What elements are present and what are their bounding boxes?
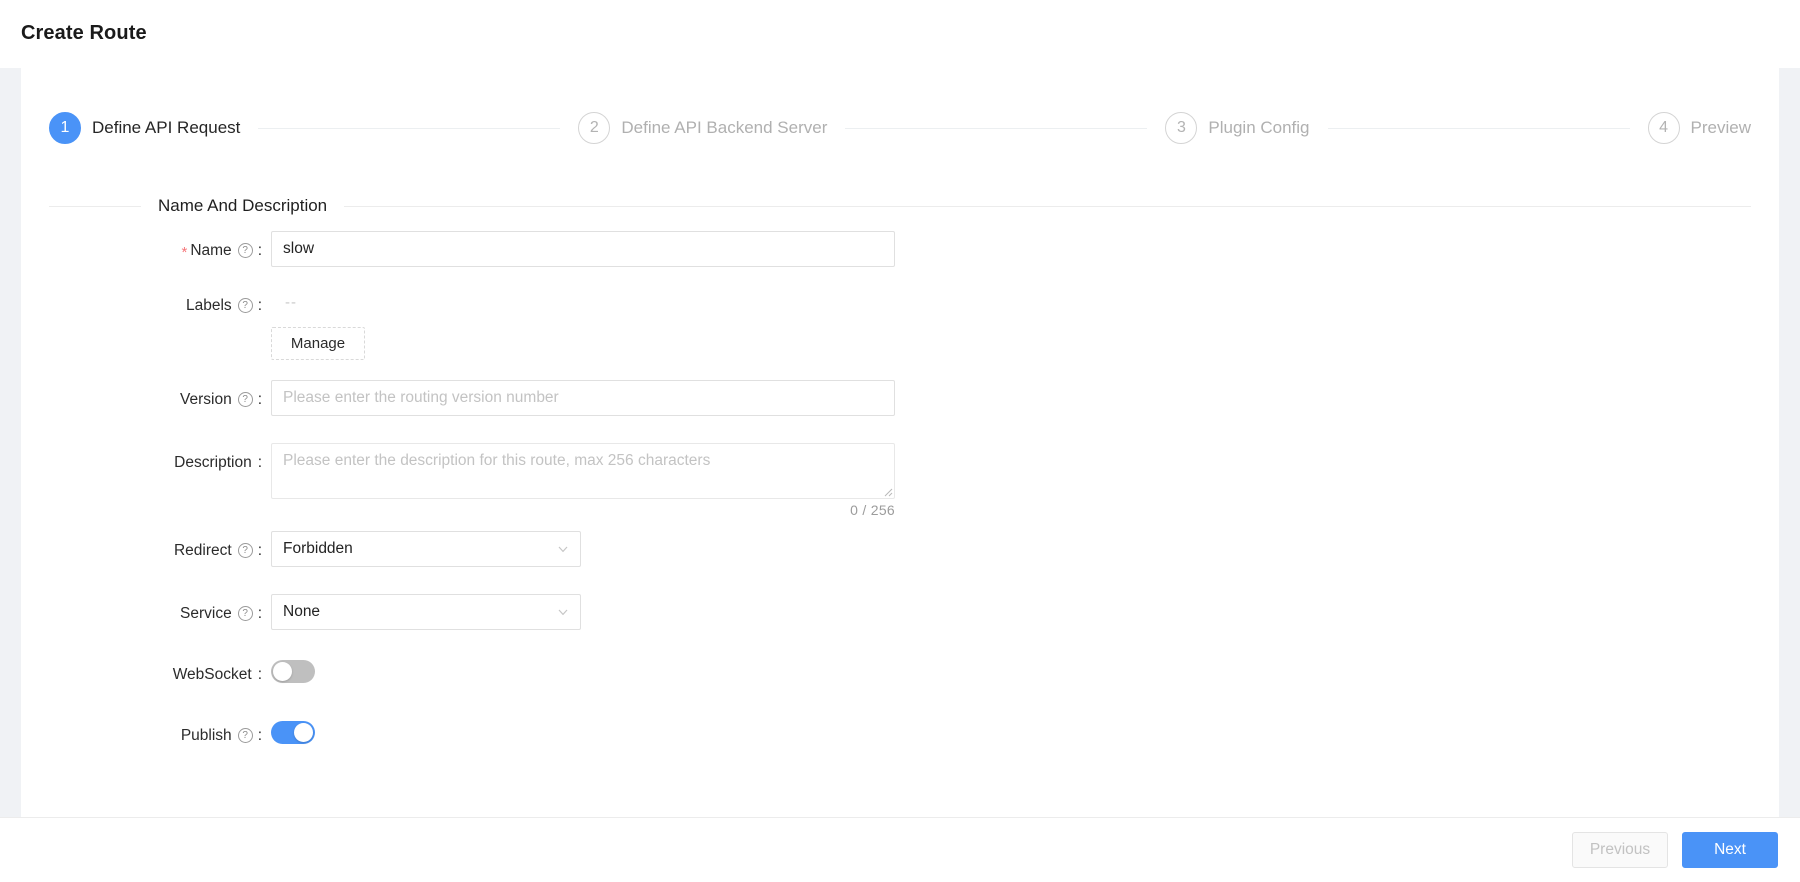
section-title: Name And Description	[158, 196, 328, 215]
form-row-labels: Labels ? : --	[21, 285, 1779, 320]
step-connector-2	[845, 127, 1148, 129]
websocket-colon: :	[257, 665, 262, 683]
redirect-label: Redirect	[173, 541, 232, 559]
help-icon[interactable]: ?	[237, 243, 253, 258]
form-row-description: Description : 0 / 256	[21, 442, 1779, 518]
websocket-toggle[interactable]	[271, 660, 315, 683]
help-icon[interactable]: ?	[237, 543, 253, 558]
version-input[interactable]	[271, 380, 895, 416]
labels-colon: :	[257, 296, 262, 314]
help-icon[interactable]: ?	[237, 728, 253, 743]
version-field-wrap	[271, 379, 1779, 416]
publish-field-wrap	[271, 715, 1779, 749]
service-label: Service	[180, 604, 232, 622]
service-select[interactable]: None	[271, 594, 581, 630]
step-1-label: Define API Request	[92, 118, 241, 137]
websocket-toggle-knob	[273, 662, 292, 681]
manage-field-wrap: Manage	[271, 326, 1779, 360]
version-label: Version	[179, 390, 232, 408]
step-4-number: 4	[1647, 112, 1680, 144]
name-label: Name	[190, 241, 232, 259]
form-row-version: Version ? :	[21, 379, 1779, 416]
labels-value: --	[285, 294, 297, 311]
route-form: * Name ? : Labels ? : --	[21, 216, 1779, 749]
description-char-counter: 0 / 256	[850, 502, 895, 518]
websocket-label-group: WebSocket :	[21, 654, 271, 688]
publish-colon: :	[257, 726, 262, 744]
redirect-selected-value: Forbidden	[283, 540, 353, 557]
manage-label-spacer	[21, 326, 271, 360]
version-colon: :	[257, 390, 262, 408]
step-define-api-backend-server[interactable]: 2 Define API Backend Server	[578, 112, 827, 144]
required-asterisk: *	[181, 244, 188, 261]
form-row-name: * Name ? :	[21, 230, 1779, 267]
help-icon[interactable]: ?	[237, 392, 253, 407]
name-field-wrap	[271, 230, 1779, 267]
step-3-number: 3	[1165, 112, 1198, 144]
step-define-api-request[interactable]: 1 Define API Request	[49, 112, 240, 144]
service-field-wrap: None	[271, 593, 1779, 630]
publish-toggle[interactable]	[271, 721, 315, 744]
labels-label: Labels	[186, 296, 232, 314]
wizard-card: 1 Define API Request 2 Define API Backen…	[21, 68, 1779, 817]
page-title: Create Route	[21, 22, 147, 44]
form-row-manage: Manage	[21, 326, 1779, 360]
redirect-select[interactable]: Forbidden	[271, 531, 581, 567]
labels-label-group: Labels ? :	[21, 285, 271, 319]
description-textarea-wrap	[271, 443, 895, 499]
step-connector-1	[258, 127, 561, 129]
step-preview[interactable]: 4 Preview	[1647, 112, 1751, 144]
section-rule-right	[344, 205, 1751, 207]
publish-label: Publish	[180, 726, 232, 744]
step-3-label: Plugin Config	[1208, 118, 1310, 137]
help-icon[interactable]: ?	[237, 298, 253, 313]
form-row-publish: Publish ? :	[21, 715, 1779, 749]
form-row-redirect: Redirect ? : Forbidden	[21, 530, 1779, 567]
step-plugin-config[interactable]: 3 Plugin Config	[1165, 112, 1310, 144]
chevron-down-icon	[558, 546, 568, 553]
labels-field-wrap: --	[271, 285, 1779, 320]
name-label-group: * Name ? :	[21, 230, 271, 264]
next-button[interactable]: Next	[1682, 832, 1778, 868]
description-label-group: Description :	[21, 442, 271, 476]
name-colon: :	[257, 241, 262, 259]
service-colon: :	[257, 604, 262, 622]
form-row-service: Service ? : None	[21, 593, 1779, 630]
app-header: Create Route	[0, 0, 1800, 68]
section-header-name-and-description: Name And Description	[49, 196, 1751, 216]
redirect-colon: :	[257, 541, 262, 559]
websocket-label: WebSocket	[172, 665, 252, 683]
version-label-group: Version ? :	[21, 379, 271, 413]
step-1-number: 1	[49, 112, 81, 144]
description-label: Description	[174, 453, 252, 471]
manage-labels-button[interactable]: Manage	[271, 327, 365, 360]
description-textarea[interactable]	[271, 443, 895, 499]
step-2-label: Define API Backend Server	[621, 118, 828, 137]
chevron-down-icon	[558, 609, 568, 616]
wizard-footer: Previous Next	[0, 817, 1800, 882]
publish-label-group: Publish ? :	[21, 715, 271, 749]
help-icon[interactable]: ?	[237, 606, 253, 621]
wizard-steps: 1 Define API Request 2 Define API Backen…	[21, 68, 1779, 144]
section-rule-left	[49, 205, 141, 207]
websocket-field-wrap	[271, 654, 1779, 688]
step-4-label: Preview	[1690, 118, 1751, 137]
redirect-label-group: Redirect ? :	[21, 530, 271, 564]
step-2-number: 2	[578, 112, 611, 144]
page-body: 1 Define API Request 2 Define API Backen…	[0, 68, 1800, 882]
redirect-field-wrap: Forbidden	[271, 530, 1779, 567]
form-row-websocket: WebSocket :	[21, 654, 1779, 688]
description-field-wrap: 0 / 256	[271, 442, 1779, 518]
step-connector-3	[1327, 127, 1630, 129]
name-input[interactable]	[271, 231, 895, 267]
previous-button[interactable]: Previous	[1572, 832, 1668, 868]
service-selected-value: None	[283, 603, 321, 620]
publish-toggle-knob	[294, 723, 313, 742]
service-label-group: Service ? :	[21, 593, 271, 627]
description-colon: :	[257, 453, 262, 471]
